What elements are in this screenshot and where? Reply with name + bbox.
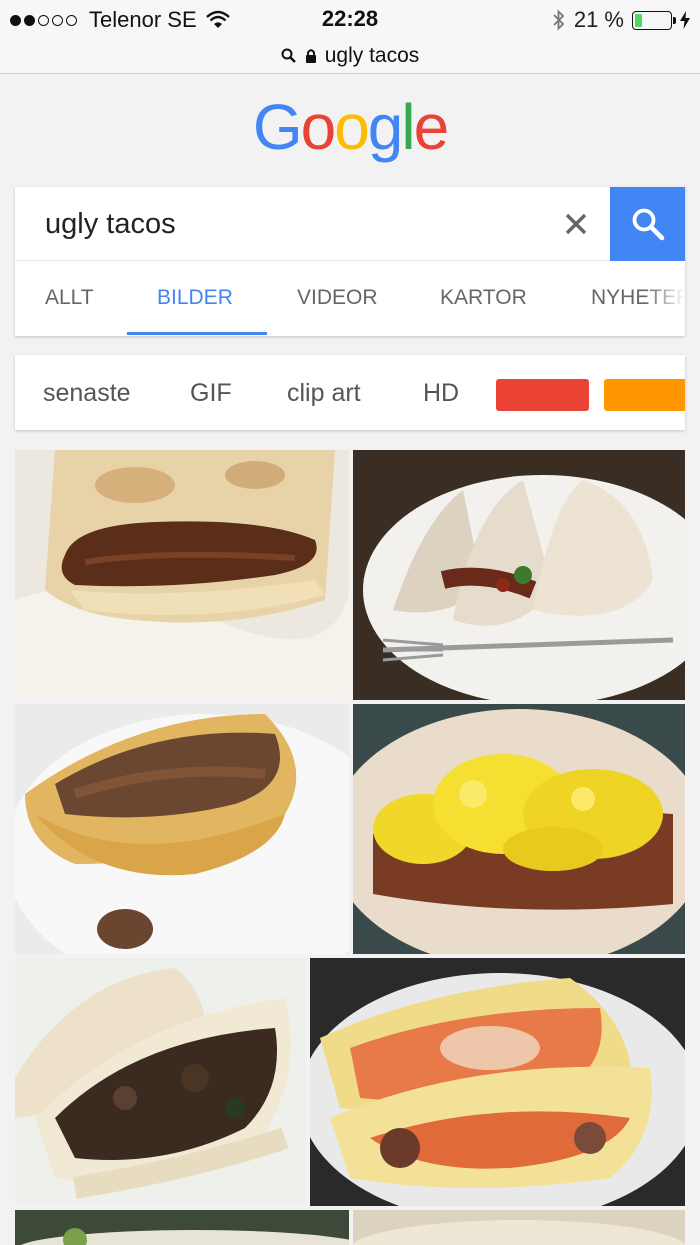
search-button[interactable]: [610, 187, 685, 261]
taco-image-2[interactable]: [353, 450, 685, 700]
close-icon: [565, 213, 587, 235]
taco-image-8[interactable]: [353, 1210, 685, 1245]
bluetooth-icon: [553, 9, 565, 31]
charging-bolt-icon: [680, 11, 690, 29]
tab-maps[interactable]: KARTOR: [440, 261, 527, 336]
tabs-fade: [645, 261, 685, 336]
taco-image-6[interactable]: [310, 958, 685, 1206]
search-icon: [281, 48, 296, 63]
taco-image-4[interactable]: [353, 704, 685, 954]
tab-all[interactable]: ALLT: [45, 261, 94, 336]
taco-image-1[interactable]: [15, 450, 349, 700]
url-text: ugly tacos: [324, 43, 420, 67]
search-card: ugly tacos ALLT BILDER VIDEOR KARTOR NYH…: [15, 187, 685, 336]
status-bar: Telenor SE 22:28 21 %: [0, 0, 700, 38]
search-tabs: ALLT BILDER VIDEOR KARTOR NYHETER: [15, 261, 685, 336]
search-box[interactable]: ugly tacos: [15, 187, 685, 261]
search-input[interactable]: ugly tacos: [45, 208, 176, 241]
lock-icon: [305, 48, 316, 63]
filter-recent[interactable]: senaste: [43, 355, 131, 430]
search-icon: [632, 208, 664, 241]
battery-icon: [632, 10, 676, 30]
filter-gif[interactable]: GIF: [190, 355, 232, 430]
battery-percent: 21 %: [573, 7, 624, 32]
google-logo[interactable]: Google: [0, 94, 700, 160]
filter-clip-art[interactable]: clip art: [287, 355, 361, 430]
tab-videos[interactable]: VIDEOR: [297, 261, 378, 336]
clear-search-button[interactable]: [561, 205, 591, 243]
taco-image-7[interactable]: [15, 1210, 349, 1245]
tab-images[interactable]: BILDER: [157, 261, 233, 336]
filter-color-red[interactable]: [496, 379, 589, 411]
taco-image-5[interactable]: [15, 958, 306, 1206]
active-tab-indicator: [127, 332, 267, 335]
image-filter-bar: senaste GIF clip art HD: [15, 355, 685, 430]
address-bar[interactable]: ugly tacos: [0, 38, 700, 74]
taco-image-3[interactable]: [15, 704, 349, 954]
filter-hd[interactable]: HD: [423, 355, 459, 430]
filter-color-orange[interactable]: [604, 379, 685, 411]
